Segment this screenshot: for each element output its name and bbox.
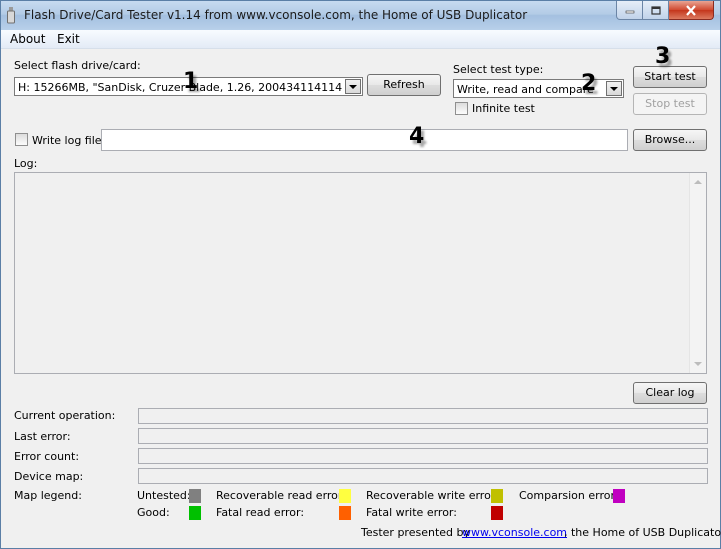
infinite-test-checkbox[interactable] (455, 102, 468, 115)
legend-untested-label: Untested: (137, 489, 191, 502)
stop-test-button[interactable]: Stop test (633, 93, 707, 115)
legend-recoverable-read-swatch (339, 489, 351, 503)
vconsole-link[interactable]: www.vconsole.com (462, 526, 567, 539)
legend-untested-swatch (189, 489, 201, 503)
window-title: Flash Drive/Card Tester v1.14 from www.v… (24, 8, 528, 22)
callout-2: 2 (581, 71, 597, 96)
callout-3: 3 (655, 44, 671, 69)
write-log-checkbox[interactable] (15, 133, 28, 146)
title-bar[interactable]: Flash Drive/Card Tester v1.14 from www.v… (1, 1, 720, 30)
drive-dropdown-button[interactable] (345, 79, 361, 94)
test-type-select[interactable]: Write, read and compare (453, 79, 624, 98)
app-window: Flash Drive/Card Tester v1.14 from www.v… (0, 0, 721, 549)
chevron-down-icon (349, 84, 357, 89)
usb-drive-icon (7, 7, 15, 24)
maximize-button[interactable] (643, 1, 669, 20)
menu-about[interactable]: About (10, 32, 45, 46)
footer-prefix: Tester presented by (361, 526, 471, 539)
caption-buttons (616, 1, 714, 21)
legend-good-label: Good: (137, 506, 170, 519)
infinite-test-label: Infinite test (472, 102, 535, 115)
log-scrollbar[interactable] (689, 173, 706, 373)
footer-suffix: , the Home of USB Duplicator. (564, 526, 721, 539)
refresh-button[interactable]: Refresh (367, 74, 441, 96)
drive-select-value: H: 15266MB, "SanDisk, Cruzer Blade, 1.26… (18, 81, 342, 94)
write-log-label: Write log file (32, 134, 102, 147)
minimize-button[interactable] (616, 1, 643, 20)
scroll-down-icon[interactable] (694, 362, 702, 366)
log-file-path-input[interactable] (101, 129, 628, 151)
log-output[interactable] (14, 172, 707, 374)
callout-1: 1 (183, 69, 199, 94)
callout-4: 4 (409, 124, 425, 149)
legend-good-swatch (189, 506, 201, 520)
menu-bar: About Exit (1, 30, 720, 49)
device-map-label: Device map: (14, 470, 84, 483)
test-type-dropdown-button[interactable] (606, 81, 622, 96)
maximize-icon (650, 5, 661, 15)
current-operation-value (138, 408, 708, 424)
chevron-down-icon (610, 86, 618, 91)
legend-comparsion-swatch (613, 489, 625, 503)
scroll-up-icon[interactable] (694, 180, 702, 184)
close-icon (686, 4, 696, 16)
start-test-button[interactable]: Start test (633, 66, 707, 88)
legend-fatal-write-label: Fatal write error: (366, 506, 457, 519)
close-button[interactable] (669, 1, 714, 20)
menu-exit[interactable]: Exit (57, 32, 80, 46)
current-operation-label: Current operation: (14, 409, 116, 422)
legend-comparsion-label: Comparsion error: (519, 489, 619, 502)
last-error-label: Last error: (14, 430, 71, 443)
map-legend-label: Map legend: (14, 489, 82, 502)
last-error-value (138, 428, 708, 444)
clear-log-button[interactable]: Clear log (633, 382, 707, 404)
legend-fatal-read-label: Fatal read error: (216, 506, 305, 519)
legend-recoverable-write-swatch (491, 489, 503, 503)
error-count-value (138, 448, 708, 464)
minimize-icon (625, 10, 634, 14)
legend-fatal-read-swatch (339, 506, 351, 520)
legend-recoverable-read-label: Recoverable read error: (216, 489, 346, 502)
legend-recoverable-write-label: Recoverable write error: (366, 489, 499, 502)
browse-button[interactable]: Browse... (633, 129, 707, 151)
test-type-label: Select test type: (453, 63, 544, 76)
error-count-label: Error count: (14, 450, 80, 463)
device-map (138, 468, 708, 484)
legend-fatal-write-swatch (491, 506, 503, 520)
drive-select-label: Select flash drive/card: (14, 59, 141, 72)
log-label: Log: (14, 157, 38, 170)
